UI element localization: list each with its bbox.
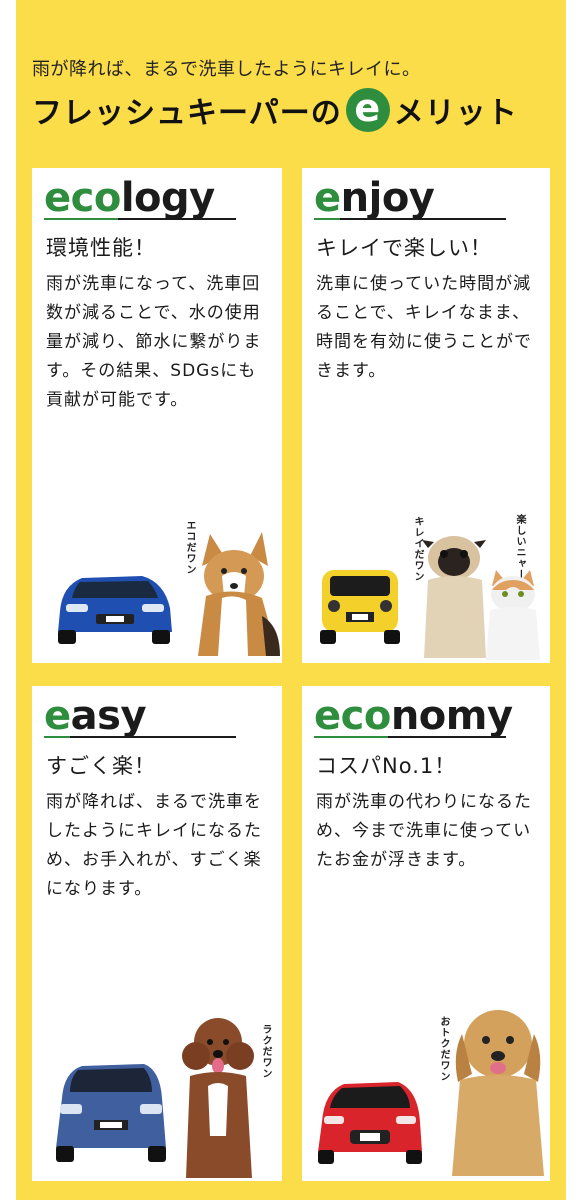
card-title: enjoy xyxy=(314,175,435,221)
card-body: 雨が洗車になって、洗車回数が減ることで、水の使用量が減り、節水に繋がります。その… xyxy=(46,274,262,410)
car-image xyxy=(58,576,172,644)
poodle-dog-image xyxy=(182,1018,254,1178)
card-title: economy xyxy=(314,693,513,739)
card-body: 雨が洗車の代わりになるため、今まで洗車に使っていたお金が浮きます。 xyxy=(316,792,532,870)
page-subtitle: 雨が降れば、まるで洗車したようにキレイに。 xyxy=(32,59,421,80)
cat-image xyxy=(486,570,540,660)
card-enjoy: enjoy キレイで楽しい！ 洗車に使っていた時間が減ることで、キレイなまま、時… xyxy=(302,168,550,663)
card-title: ecology xyxy=(44,175,215,221)
card-heading: キレイで楽しい！ xyxy=(316,236,492,260)
page-headline: フレッシュキーパーの e メリット xyxy=(32,86,518,134)
card-body: 洗車に使っていた時間が減ることで、キレイなまま、時間を有効に使うことができます。 xyxy=(316,274,532,381)
headline-text-after: メリット xyxy=(393,96,518,131)
dog-caption: ラクだワン xyxy=(260,1024,271,1079)
card-easy: easy すごく楽！ 雨が降れば、まるで洗車をしたようにキレイになるため、お手入… xyxy=(32,686,282,1181)
panel-bottom-edge xyxy=(16,1186,566,1200)
card-body: 雨が降れば、まるで洗車をしたようにキレイになるため、お手入れが、すごく楽になりま… xyxy=(46,792,262,899)
title-underline xyxy=(44,736,236,738)
car-image xyxy=(318,1082,422,1164)
golden-retriever-image xyxy=(452,1010,544,1176)
headline-text-before: フレッシュキーパーの xyxy=(32,96,342,131)
card-ecology: ecology 環境性能！ 雨が洗車になって、洗車回数が減ることで、水の使用量が… xyxy=(32,168,282,663)
car-image xyxy=(56,1064,166,1162)
card-heading: 環境性能！ xyxy=(46,236,156,260)
e-badge-icon: e xyxy=(345,88,390,132)
corgi-dog-image xyxy=(198,532,280,656)
title-underline xyxy=(314,736,506,738)
card-heading: コスパNo.1！ xyxy=(316,754,457,778)
card-economy: economy コスパNo.1！ 雨が洗車の代わりになるため、今まで洗車に使って… xyxy=(302,686,550,1181)
title-underline xyxy=(314,218,506,220)
card-title: easy xyxy=(44,693,147,739)
title-underline xyxy=(44,218,236,220)
card-heading: すごく楽！ xyxy=(46,754,156,778)
car-image xyxy=(320,570,400,644)
